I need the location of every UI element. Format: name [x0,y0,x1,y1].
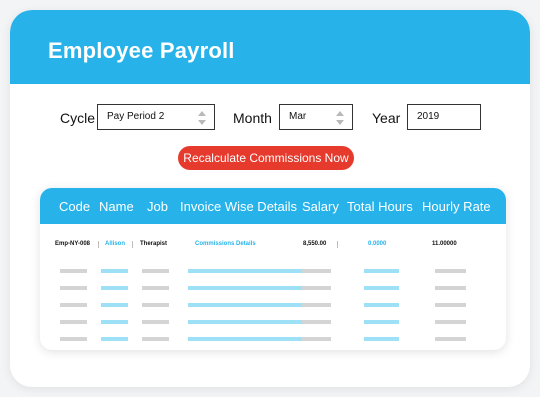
placeholder-bar [101,320,128,324]
placeholder-bar [188,286,308,290]
month-select[interactable]: Mar [279,104,353,130]
placeholder-bar [435,303,466,307]
cell-salary: 8,550.00 [303,241,327,247]
placeholder-bar [101,337,128,341]
table-header: Code Name Job Invoice Wise Details Salar… [40,188,506,224]
placeholder-bar [302,337,331,341]
year-input[interactable]: 2019 [407,104,481,130]
placeholder-bar [142,303,169,307]
page-title: Employee Payroll [48,38,235,63]
column-header-job[interactable]: Job [147,199,168,214]
placeholder-bar [188,337,308,341]
column-header-code[interactable]: Code [59,199,90,214]
payroll-table: Code Name Job Invoice Wise Details Salar… [40,188,506,350]
placeholder-bar [142,337,169,341]
placeholder-bar [60,320,87,324]
placeholder-bar [60,286,87,290]
placeholder-bar [302,320,331,324]
cycle-value: Pay Period 2 [107,111,165,122]
month-label: Month [233,110,272,126]
year-label: Year [372,110,401,126]
placeholder-bar [435,286,466,290]
placeholder-bar [364,303,399,307]
placeholder-bar [142,286,169,290]
placeholder-bar [435,337,466,341]
recalculate-commissions-button[interactable]: Recalculate Commissions Now [178,146,354,170]
cell-hourly-rate: 11.00000 [432,241,457,247]
placeholder-bar [142,320,169,324]
placeholder-bar [142,269,169,273]
placeholder-bar [364,320,399,324]
column-header-salary[interactable]: Salary [302,199,339,214]
placeholder-bar [60,337,87,341]
placeholder-bar [364,269,399,273]
column-header-hourly-rate[interactable]: Hourly Rate [422,199,491,214]
spinner-icon [336,111,344,125]
commissions-details-link[interactable]: Commissions Details [195,241,256,247]
cell-divider [337,241,338,248]
cycle-select[interactable]: Pay Period 2 [97,104,215,130]
employee-name-link[interactable]: Allison [105,241,125,247]
payroll-card: Employee Payroll Cycle Pay Period 2 Mont… [10,10,530,387]
cycle-label: Cycle [60,110,96,126]
column-header-total-hours[interactable]: Total Hours [347,199,413,214]
cell-code: Emp-NY-008 [55,241,91,247]
payroll-header: Employee Payroll [10,10,530,84]
placeholder-bar [188,303,308,307]
placeholder-bar [302,269,331,273]
cell-divider [98,241,99,248]
placeholder-bar [101,286,128,290]
column-header-name[interactable]: Name [99,199,134,214]
placeholder-bar [60,269,87,273]
placeholder-bar [364,337,399,341]
cell-job: Therapist [140,241,168,247]
year-value: 2019 [417,111,440,122]
cell-total-hours: 0.0000 [368,241,387,247]
placeholder-bar [60,303,87,307]
cell-divider [132,241,133,248]
placeholder-bar [302,303,331,307]
placeholder-bar [364,286,399,290]
placeholder-bar [101,303,128,307]
spinner-icon [198,111,206,125]
placeholder-bar [302,286,331,290]
placeholder-bar [101,269,128,273]
placeholder-bar [435,320,466,324]
placeholder-bar [188,320,308,324]
month-value: Mar [289,111,307,122]
column-header-invoice-details[interactable]: Invoice Wise Details [180,199,297,214]
placeholder-bar [435,269,466,273]
placeholder-bar [188,269,308,273]
